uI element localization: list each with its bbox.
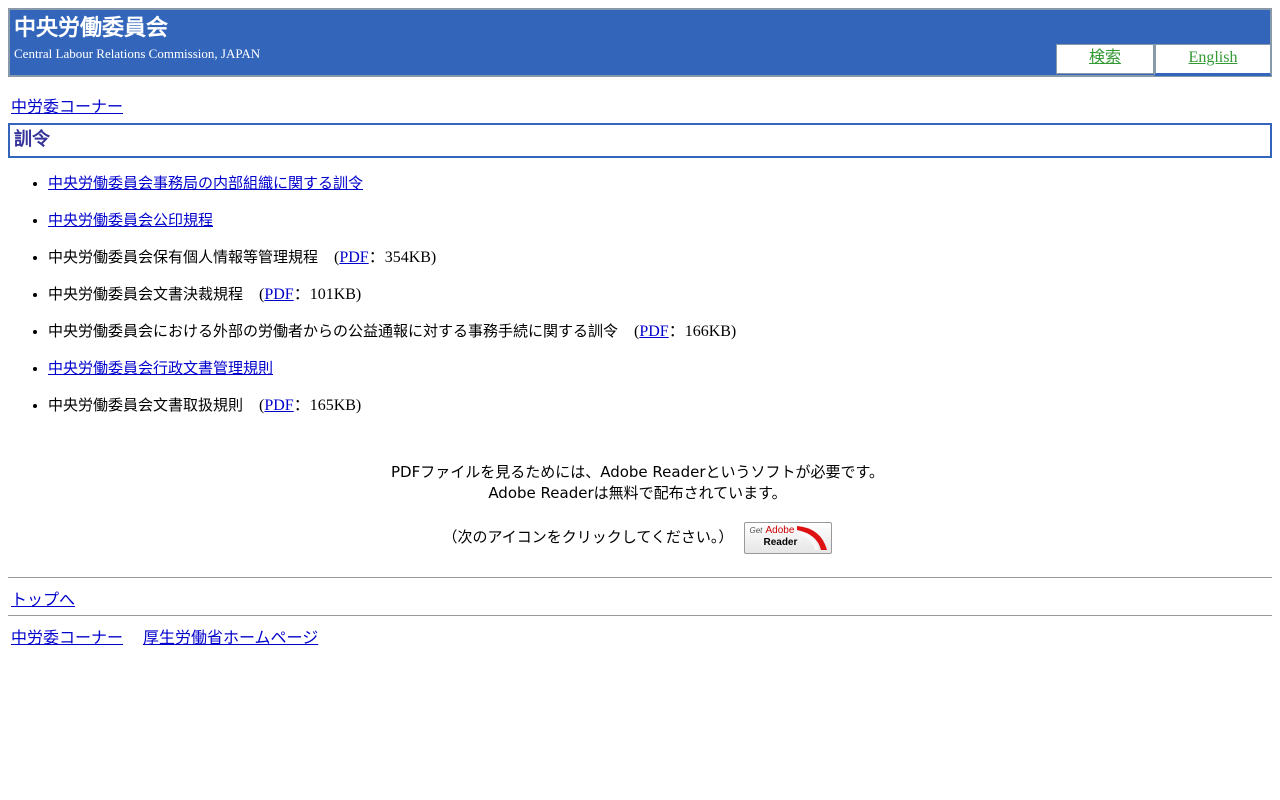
document-title: 中央労働委員会文書取扱規則 xyxy=(48,396,244,414)
divider xyxy=(8,577,1272,578)
file-size: ：101KB) xyxy=(293,286,362,303)
list-item: 中央労働委員会保有個人情報等管理規程(PDF：354KB) xyxy=(48,244,736,281)
file-size: ：165KB) xyxy=(293,397,362,414)
file-size: ：354KB) xyxy=(368,249,437,266)
breadcrumb: 中労委コーナー xyxy=(11,93,123,117)
document-list: 中央労働委員会事務局の内部組織に関する訓令 中央労働委員会公印規程 中央労働委員… xyxy=(0,170,736,429)
list-item: 中央労働委員会公印規程 xyxy=(48,207,736,244)
breadcrumb-corner-link[interactable]: 中労委コーナー xyxy=(11,97,123,116)
badge-get-text: Get xyxy=(749,525,763,535)
document-link[interactable]: 中央労働委員会事務局の内部組織に関する訓令 xyxy=(48,174,363,192)
document-title: 中央労働委員会保有個人情報等管理規程 xyxy=(48,248,319,266)
site-header: 中央労働委員会 Central Labour Relations Commiss… xyxy=(8,8,1272,77)
header-nav-english-cell: English xyxy=(1154,44,1271,76)
search-link[interactable]: 検索 xyxy=(1089,49,1121,66)
list-item: 中央労働委員会文書決裁規程(PDF：101KB) xyxy=(48,281,736,318)
to-top-link[interactable]: トップへ xyxy=(11,590,75,609)
section-header: 訓令 xyxy=(8,123,1272,158)
badge-product-text: Reader xyxy=(763,536,798,548)
pdf-link[interactable]: PDF xyxy=(264,397,293,414)
file-size: ：166KB) xyxy=(668,323,737,340)
header-nav: 検索 English xyxy=(1056,44,1271,76)
footer-mhlw-link[interactable]: 厚生労働省ホームページ xyxy=(143,628,318,647)
divider xyxy=(8,615,1272,616)
get-adobe-reader-button[interactable]: Get Adobe Reader xyxy=(744,521,833,554)
footer-nav: 中労委コーナー 厚生労働省ホームページ xyxy=(11,624,318,648)
site-title: 中央労働委員会 xyxy=(14,16,169,41)
pdf-notice-line2: Adobe Readerは無料で配布されています。 xyxy=(488,484,787,502)
document-link[interactable]: 中央労働委員会公印規程 xyxy=(48,211,213,229)
english-link[interactable]: English xyxy=(1189,49,1238,66)
document-link[interactable]: 中央労働委員会行政文書管理規則 xyxy=(48,359,273,377)
back-to-top: トップへ xyxy=(11,586,75,610)
pdf-notice: PDFファイルを見るためには、Adobe Readerというソフトが必要です。 … xyxy=(0,462,1275,504)
pdf-notice-line1: PDFファイルを見るためには、Adobe Readerというソフトが必要です。 xyxy=(390,463,885,481)
header-nav-search-cell: 検索 xyxy=(1056,44,1154,74)
pdf-link[interactable]: PDF xyxy=(339,249,368,266)
document-title: 中央労働委員会文書決裁規程 xyxy=(48,285,244,303)
badge-brand-text: Adobe xyxy=(765,524,795,536)
pdf-link[interactable]: PDF xyxy=(639,323,668,340)
document-title: 中央労働委員会における外部の労働者からの公益通報に対する事務手続に関する訓令 xyxy=(48,322,619,340)
list-item: 中央労働委員会事務局の内部組織に関する訓令 xyxy=(48,170,736,207)
list-item: 中央労働委員会における外部の労働者からの公益通報に対する事務手続に関する訓令(P… xyxy=(48,318,736,355)
section-title: 訓令 xyxy=(14,129,50,150)
site-subtitle: Central Labour Relations Commission, JAP… xyxy=(14,46,261,61)
list-item: 中央労働委員会文書取扱規則(PDF：165KB) xyxy=(48,392,736,429)
adobe-reader-icon xyxy=(797,525,828,550)
footer-corner-link[interactable]: 中労委コーナー xyxy=(11,628,123,647)
pdf-notice-click: （次のアイコンをクリックしてください。） Get Adobe Reader xyxy=(0,520,1275,554)
list-item: 中央労働委員会行政文書管理規則 xyxy=(48,355,736,392)
pdf-link[interactable]: PDF xyxy=(264,286,293,303)
click-instruction: （次のアイコンをクリックしてください。） xyxy=(442,528,734,546)
